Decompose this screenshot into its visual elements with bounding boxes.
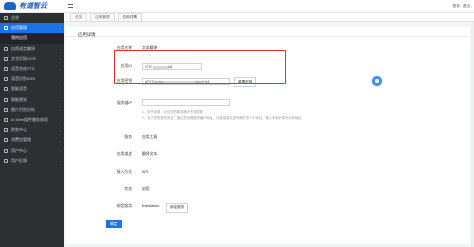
sidebar-item[interactable]: 消费包管理 › — [0, 135, 64, 145]
sidebar-item-label: 文字识别OCR — [11, 55, 36, 61]
menu-toggle-icon[interactable] — [68, 4, 73, 8]
server-ip-label: 服务器IP — [117, 101, 132, 105]
sidebar-item[interactable]: 图片识别分析 › — [0, 105, 64, 115]
access-value: API — [142, 170, 149, 174]
chevron-icon: › — [60, 98, 61, 102]
menu-icon — [4, 107, 8, 112]
sidebar-item-label: 语音识别ASR — [11, 76, 36, 82]
menu-icon — [4, 16, 8, 21]
chevron-icon: › — [60, 87, 61, 92]
access-label: 接入方式 — [116, 170, 132, 174]
sidebar-item-label: 用户中心 — [11, 147, 27, 153]
sidebar-item-label: 语音合成TTS — [11, 66, 35, 72]
menu-icon — [4, 56, 8, 61]
sidebar-item[interactable]: AI Web组件服务体验 › — [0, 115, 64, 125]
server-ip-hint-2: 2、为了您的账号安全，建议您设置服务器IP地址，请使用英文逗号隔开多个IP地址，… — [142, 116, 302, 120]
sidebar-item[interactable]: 文字识别OCR › — [0, 54, 64, 64]
submit-button[interactable]: 确定 — [106, 220, 122, 228]
menu-icon — [4, 97, 8, 102]
chevron-icon: › — [60, 128, 61, 133]
tab-app-detail[interactable]: 应用详情 — [117, 12, 142, 22]
menu-icon — [4, 148, 8, 153]
status-value: 启用 — [142, 187, 150, 191]
sidebar-item[interactable]: 智能语音 › — [0, 84, 64, 94]
sidebar-item[interactable]: 自然语言翻译 › — [0, 44, 64, 54]
service-label: 服务 — [124, 135, 132, 139]
sidebar-item-label: 用户反馈 — [11, 157, 27, 163]
chevron-icon: › — [60, 77, 61, 82]
bind-service-button[interactable]: 绑定服务 — [166, 202, 189, 213]
card-title: 应用详情 — [66, 27, 470, 37]
logout-link[interactable]: 退出 — [463, 4, 470, 9]
sidebar-item-label: 总览 — [11, 15, 19, 21]
sidebar-item-label: 智能语音 — [11, 86, 27, 92]
menu-icon — [4, 138, 8, 143]
desc-label: 应用描述 — [116, 152, 132, 156]
sidebar-item-label: 消费包管理 — [11, 137, 31, 143]
bind-service-label: 绑定服务 — [116, 204, 132, 208]
app-detail-card: 应用详情 应用名称 文本翻译 应用ID 0757 a8 应用密钥 APYTcuim… — [66, 27, 470, 244]
cloud-logo-icon — [4, 2, 16, 10]
sidebar-item-label: 智能视觉 — [11, 96, 27, 102]
sidebar-item[interactable]: 语音识别ASR › — [0, 74, 64, 84]
chevron-icon: › — [60, 148, 61, 153]
chevron-icon: ▾ — [59, 26, 61, 31]
server-ip-input[interactable] — [142, 99, 230, 106]
sidebar-item-label: 我的应用 — [11, 35, 27, 41]
chevron-icon: › — [60, 159, 61, 164]
status-label: 状态 — [124, 187, 132, 191]
brand-name: 有道智云 — [19, 3, 47, 10]
sidebar-item-label: 财务中心 — [11, 127, 27, 133]
menu-icon — [4, 158, 8, 163]
sidebar-item-label: 自然语言翻译 — [11, 45, 35, 51]
menu-icon — [4, 117, 8, 122]
service-value: 应用工具 — [142, 135, 158, 139]
chevron-icon: › — [60, 47, 61, 52]
breadcrumb-tabs: 总览 应用管理 应用详情 — [64, 12, 474, 22]
top-bar: 登录 退出 — [64, 0, 474, 13]
menu-icon — [4, 77, 8, 82]
sidebar-item[interactable]: 语音合成TTS › — [0, 64, 64, 74]
desc-value: 翻译文本 — [142, 152, 158, 156]
menu-icon — [4, 128, 8, 133]
sidebar-item[interactable]: 用户中心 › — [0, 145, 64, 155]
sidebar: 有道智云 总览 应用管理 ▾ 我的应用 自然语言翻译 › 文字识别OCR › 语音合成TTS › 语… — [0, 0, 64, 247]
menu-icon — [4, 26, 8, 31]
chevron-icon: › — [60, 138, 61, 143]
sidebar-item[interactable]: 财务中心 › — [0, 125, 64, 135]
sidebar-item[interactable]: 总览 — [0, 13, 64, 23]
chevron-icon: › — [60, 108, 61, 113]
chevron-icon: › — [60, 67, 61, 72]
tab-app-management[interactable]: 应用管理 — [90, 12, 115, 22]
highlight-box — [114, 50, 286, 84]
menu-icon — [4, 87, 8, 92]
sidebar-item[interactable]: 应用管理 ▾ — [0, 23, 64, 34]
bind-service-value: translation — [142, 204, 160, 208]
logo[interactable]: 有道智云 — [0, 0, 64, 13]
user-link[interactable]: 登录 — [453, 4, 460, 9]
sidebar-item-label: 图片识别分析 — [11, 106, 35, 112]
cursor-icon — [375, 79, 379, 83]
chevron-icon: › — [60, 57, 61, 62]
chevron-icon: › — [60, 118, 61, 123]
sidebar-item-label: AI Web组件服务体验 — [11, 116, 49, 122]
menu-icon — [4, 46, 8, 51]
sidebar-item[interactable]: 智能视觉 › — [0, 95, 64, 105]
sidebar-item[interactable]: 我的应用 — [0, 33, 64, 44]
tab-overview[interactable]: 总览 — [70, 12, 88, 22]
menu-icon — [4, 67, 8, 72]
sidebar-item-label: 应用管理 — [11, 25, 27, 31]
sidebar-item[interactable]: 用户反馈 › — [0, 156, 64, 166]
server-ip-hint-1: 1、如不设置，对访问的服务器IP不设限制 — [142, 110, 203, 114]
